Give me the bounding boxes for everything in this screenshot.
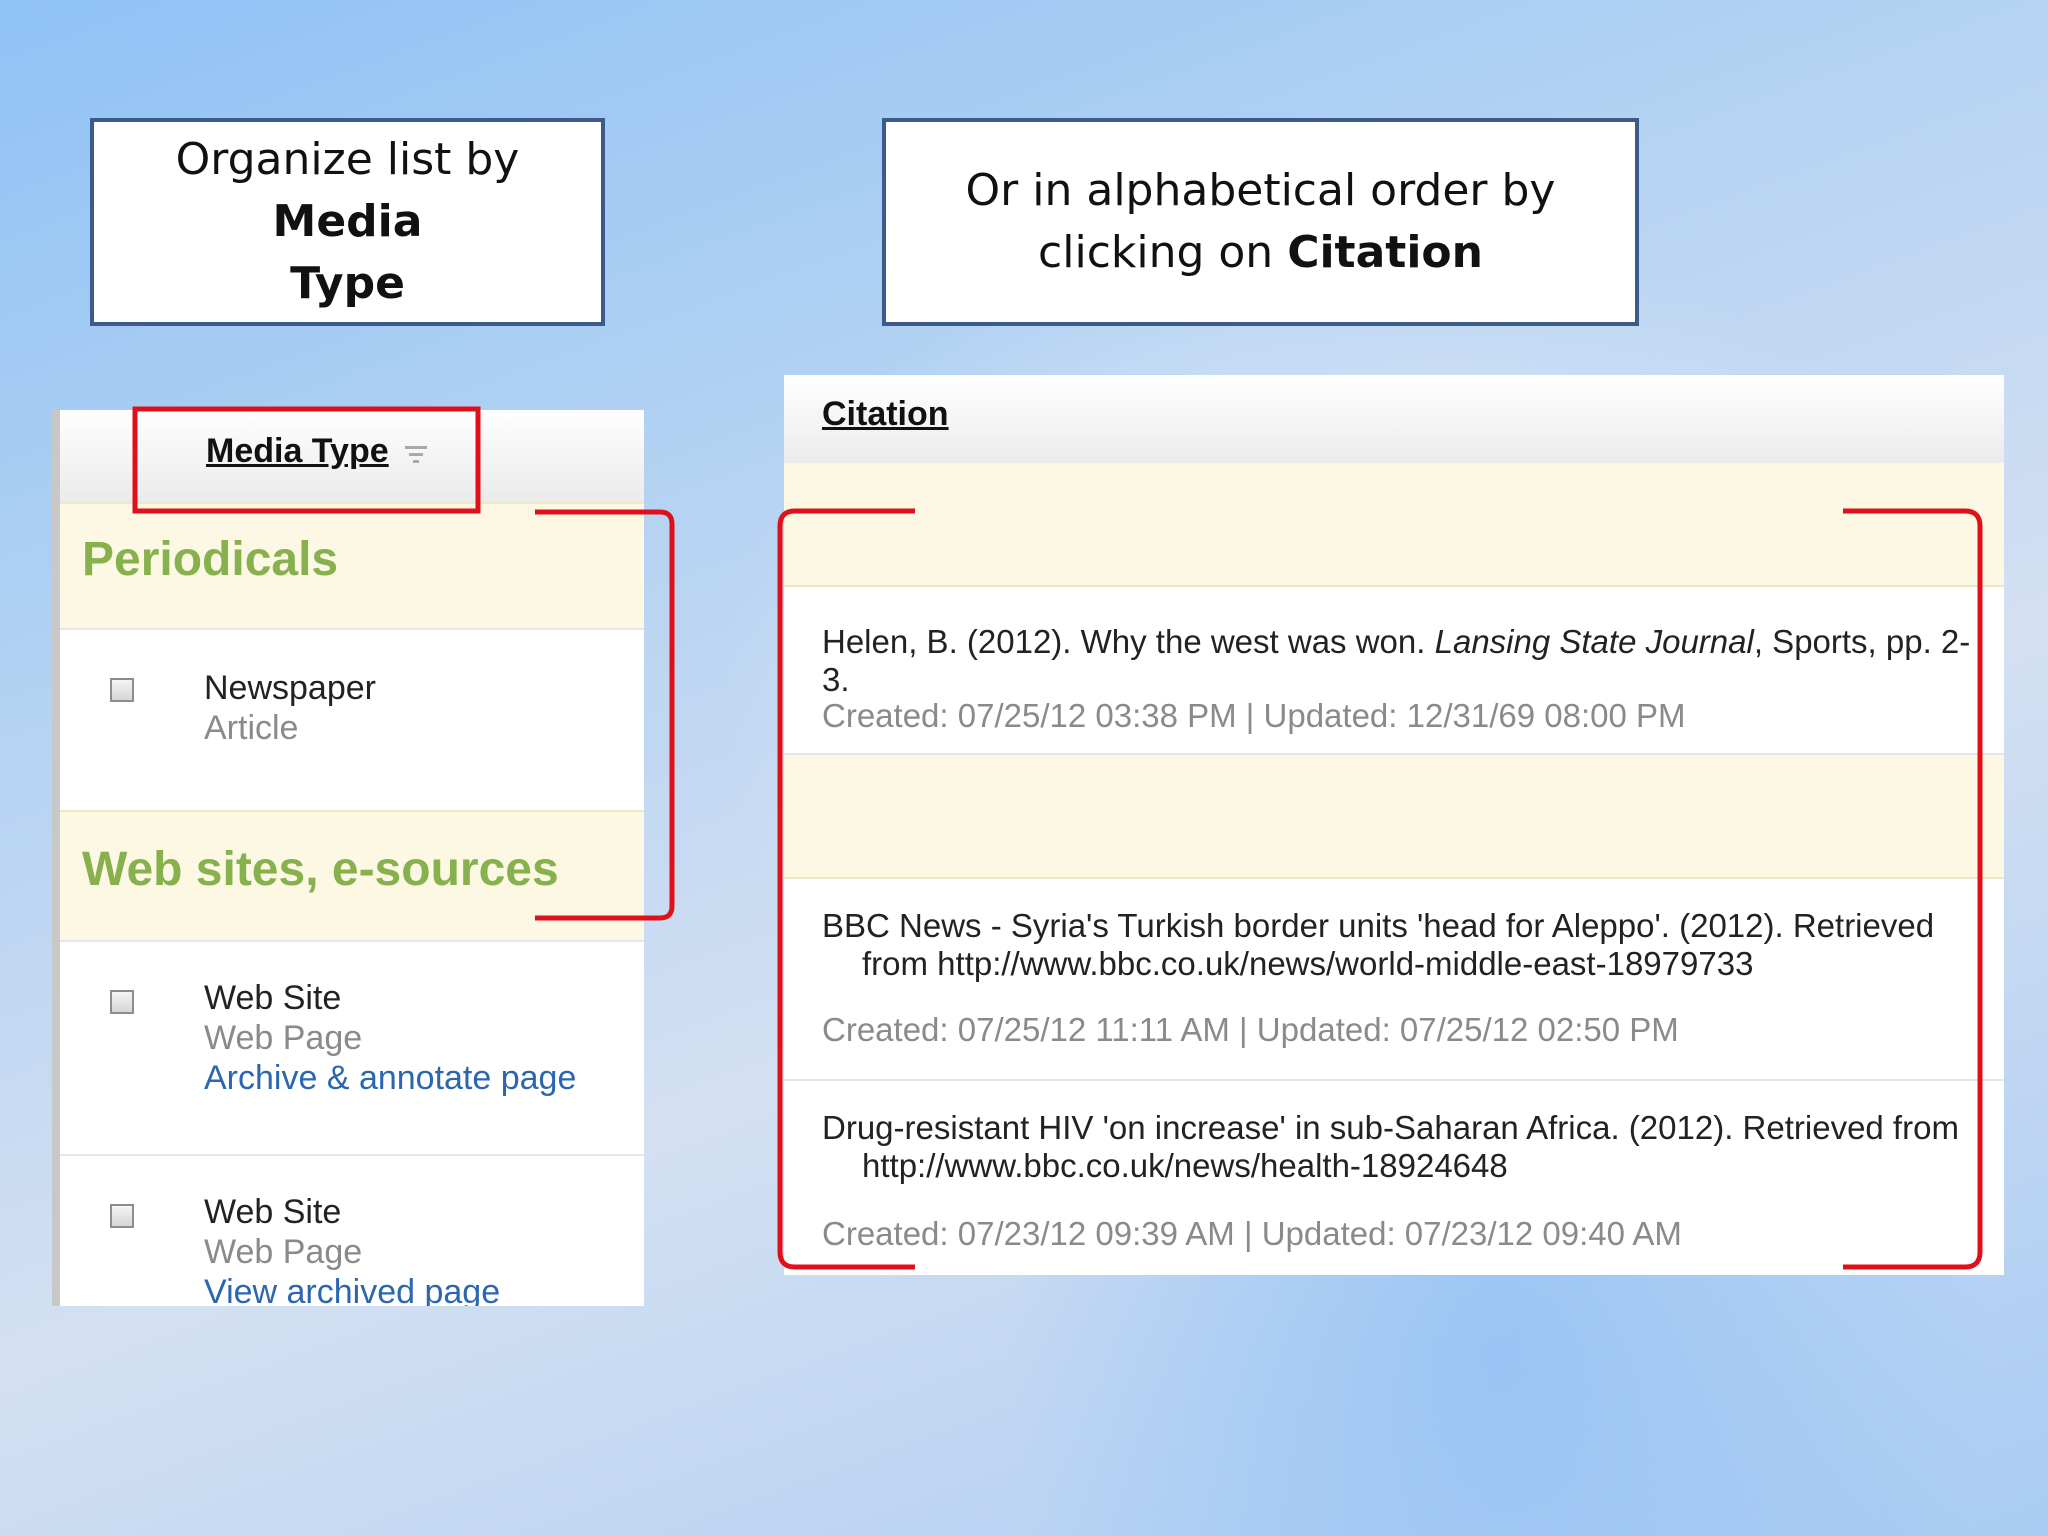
select-checkbox[interactable]: [110, 990, 134, 1014]
callout-bold-type: Type: [290, 258, 405, 309]
citation-timestamps: Created: 07/25/12 03:38 PM | Updated: 12…: [822, 697, 1686, 734]
sort-descending-icon[interactable]: [404, 444, 428, 466]
citation-text[interactable]: BBC News - Syria's Turkish border units …: [822, 907, 1984, 983]
citation-line-2: from http://www.bbc.co.uk/news/world-mid…: [862, 945, 1754, 982]
callout-media-type: Organize list by Media Type: [90, 118, 605, 326]
citation-text[interactable]: Drug-resistant HIV 'on increase' in sub-…: [822, 1109, 1984, 1185]
citation-header: Citation: [784, 375, 2004, 463]
citation-timestamps: Created: 07/25/12 11:11 AM | Updated: 07…: [822, 1011, 1679, 1048]
callout-citation: Or in alphabetical order by clicking on …: [882, 118, 1639, 326]
media-subtype-label: Web Page: [204, 1019, 363, 1057]
citation-journal: Lansing State Journal: [1434, 623, 1754, 660]
panel-edge: [52, 410, 60, 1306]
citation-text[interactable]: Helen, B. (2012). Why the west was won. …: [822, 623, 1984, 699]
group-title: Web sites, e-sources: [82, 843, 559, 896]
callout-line-1: Or in alphabetical order by: [965, 165, 1556, 216]
citation-timestamps: Created: 07/23/12 09:39 AM | Updated: 07…: [822, 1215, 1682, 1252]
list-item: Newspaper Article: [60, 628, 644, 808]
archive-annotate-link[interactable]: Archive & annotate page: [204, 1058, 576, 1098]
media-type-panel: Media Type Periodicals Newspaper Article…: [52, 410, 644, 1306]
citation-column-header[interactable]: Citation: [822, 395, 949, 434]
callout-bold-media: Media: [272, 196, 423, 247]
callout-bold-citation: Citation: [1287, 227, 1483, 278]
citation-line-1: Drug-resistant HIV 'on increase' in sub-…: [822, 1109, 1959, 1146]
citation-row: Drug-resistant HIV 'on increase' in sub-…: [784, 1081, 2004, 1275]
select-checkbox[interactable]: [110, 678, 134, 702]
media-type-label: Web Site: [204, 979, 342, 1017]
select-checkbox[interactable]: [110, 1204, 134, 1228]
media-type-column-header[interactable]: Media Type: [206, 432, 389, 471]
media-type-label: Newspaper: [204, 669, 376, 707]
group-title: Periodicals: [82, 533, 339, 586]
group-band: [784, 755, 2004, 879]
callout-text: Organize list by: [175, 134, 520, 185]
media-type-header: Media Type: [60, 410, 644, 502]
citation-line-1: BBC News - Syria's Turkish border units …: [822, 907, 1935, 944]
group-header-periodicals: Periodicals: [60, 502, 644, 628]
view-archived-link[interactable]: View archived page: [204, 1272, 500, 1306]
media-subtype-label: Web Page: [204, 1233, 363, 1271]
citation-text-start: Helen, B. (2012). Why the west was won.: [822, 623, 1435, 660]
media-type-label: Web Site: [204, 1193, 342, 1231]
citation-panel: Citation Helen, B. (2012). Why the west …: [784, 375, 2004, 1275]
citation-row: Helen, B. (2012). Why the west was won. …: [784, 587, 2004, 755]
media-subtype-label: Article: [204, 709, 299, 747]
citation-line-2: http://www.bbc.co.uk/news/health-1892464…: [862, 1147, 1508, 1184]
list-item: Web Site Web Page Archive & annotate pag…: [60, 940, 644, 1154]
group-band: [784, 463, 2004, 587]
list-item: Web Site Web Page View archived page: [60, 1154, 644, 1306]
citation-row: BBC News - Syria's Turkish border units …: [784, 879, 2004, 1081]
group-header-web-sites: Web sites, e-sources: [60, 810, 644, 940]
callout-line-2: clicking on: [1038, 227, 1288, 278]
